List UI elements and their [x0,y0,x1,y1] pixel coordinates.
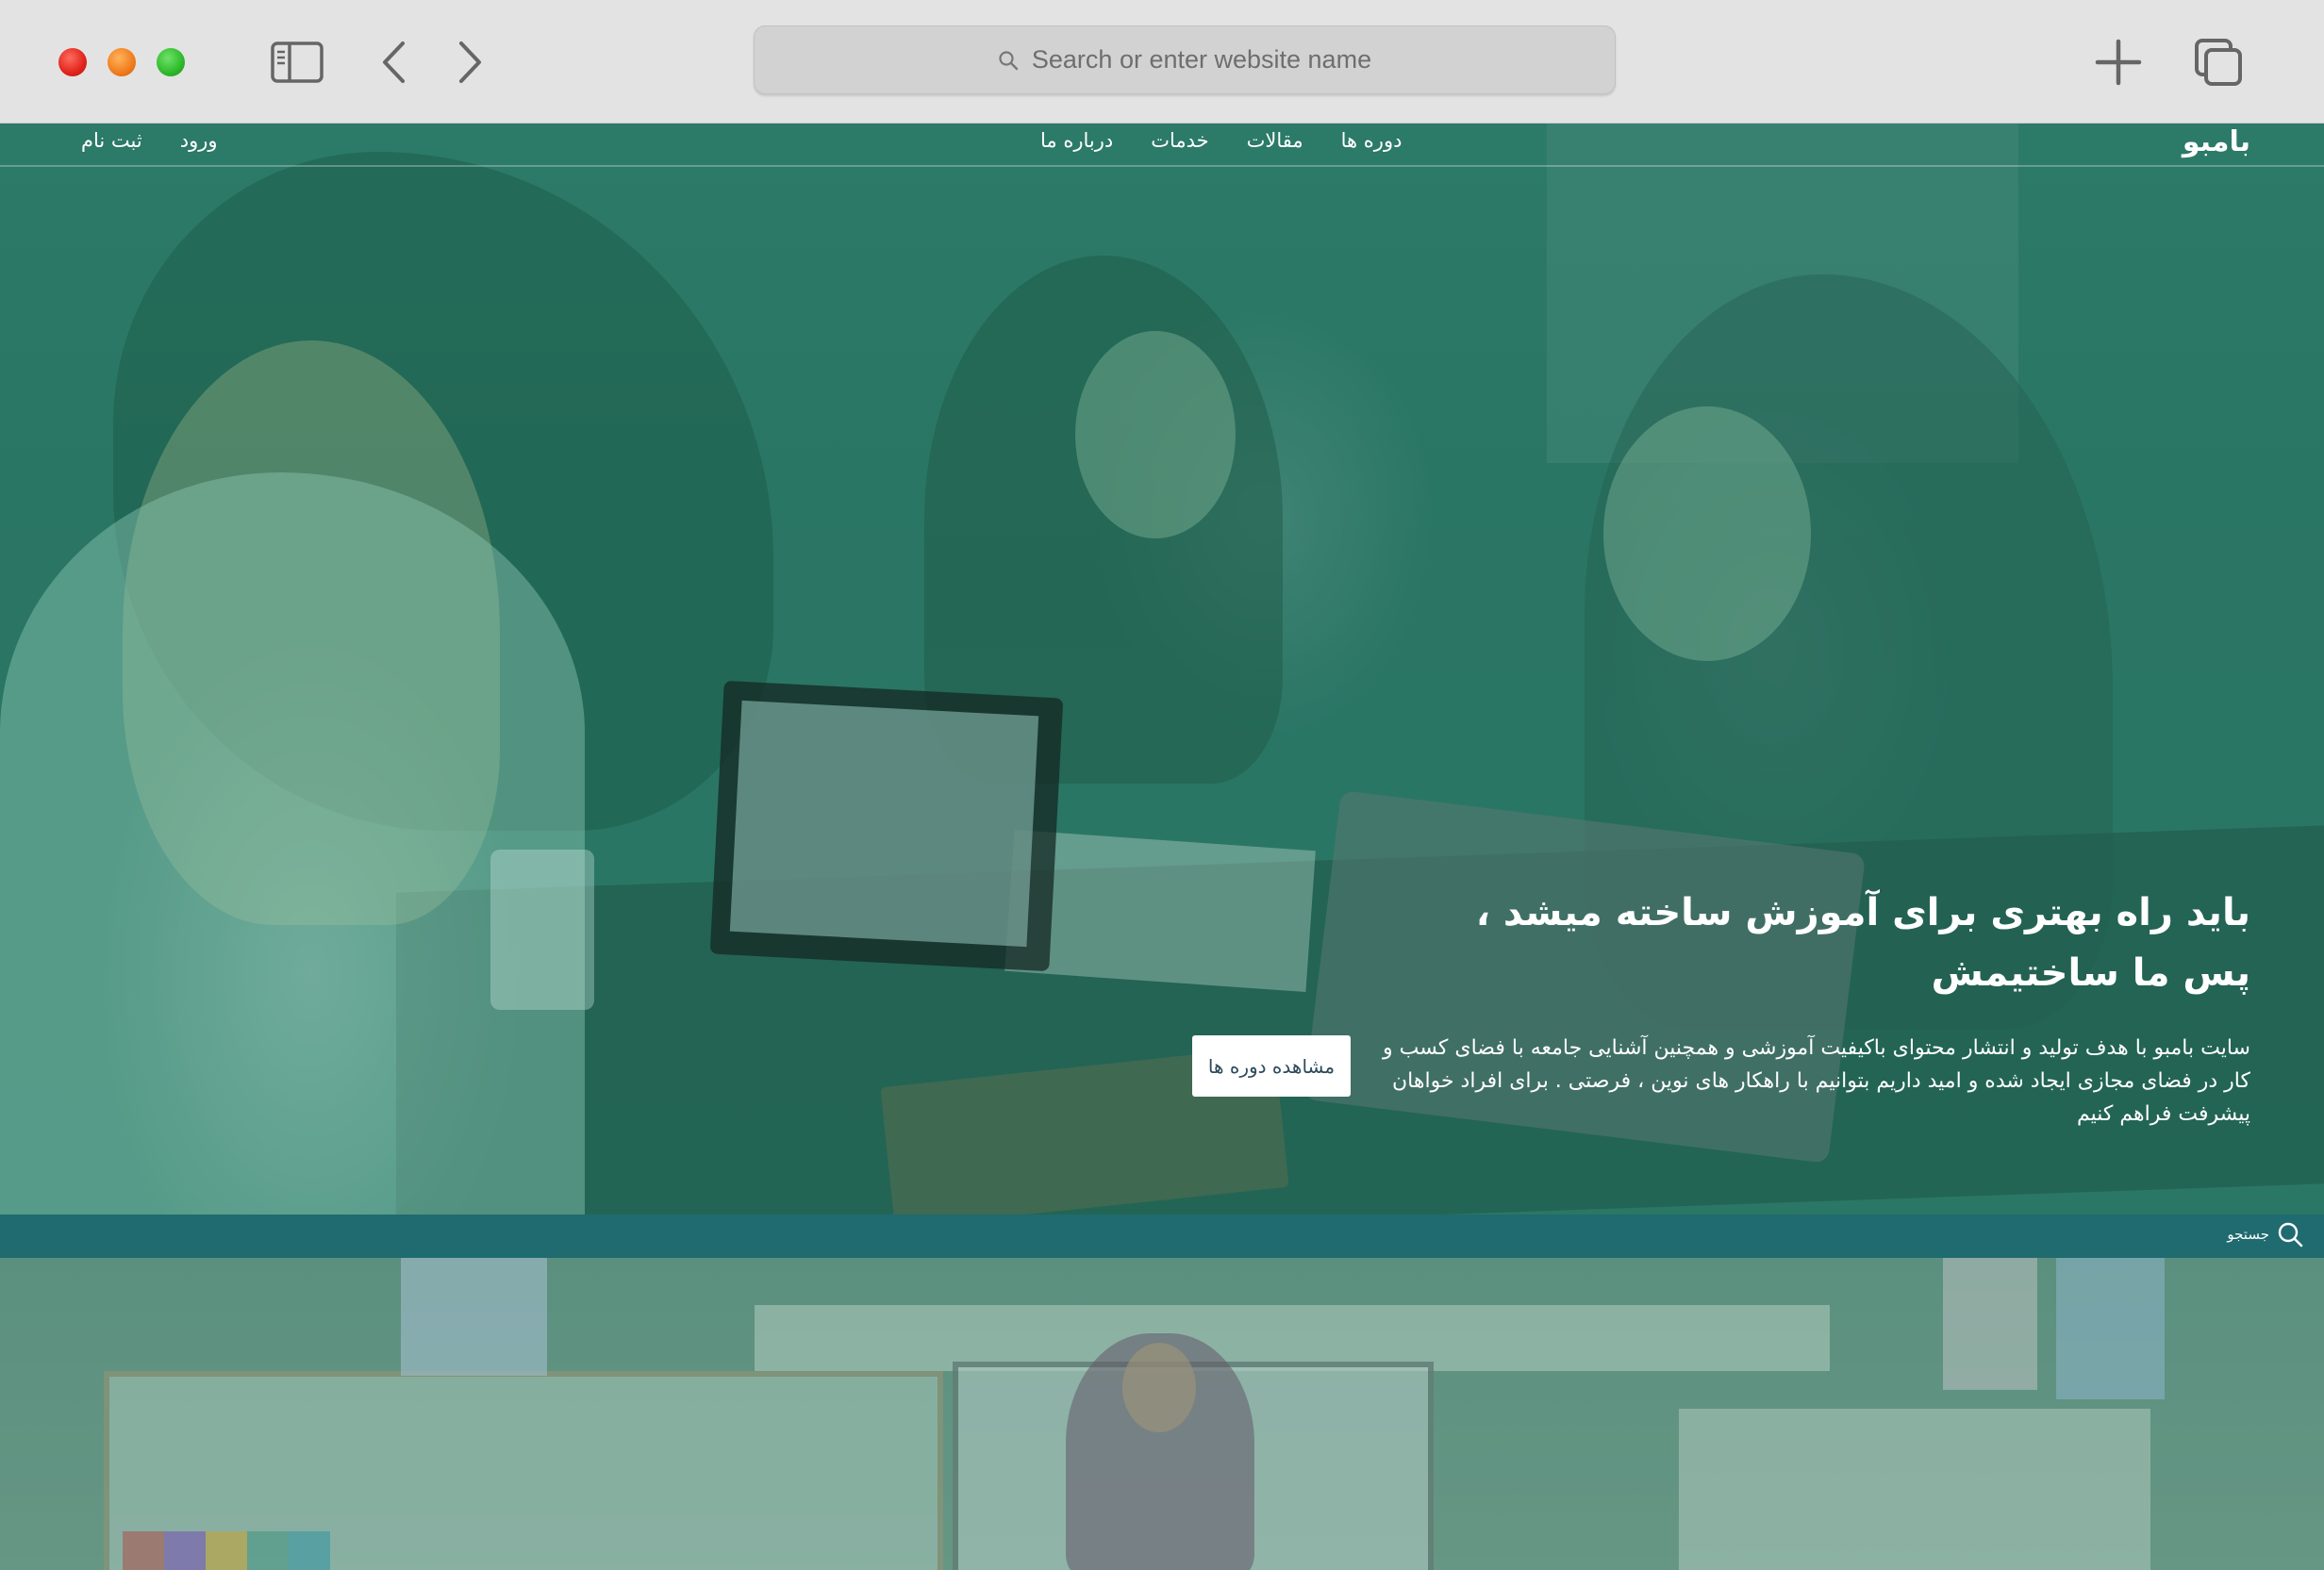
nav-link-courses[interactable]: دوره ها [1341,129,1403,152]
search-toggle[interactable]: جستجو [2227,1221,2303,1248]
address-bar-placeholder: Search or enter website name [1031,45,1372,74]
search-icon [2278,1222,2303,1248]
login-link[interactable]: ورود [180,129,218,152]
sidebar-toggle-button[interactable] [269,36,325,89]
hero-section: بامبو دوره ها مقالات خدمات درباره ما ورو… [0,124,2324,1215]
nav-menu: دوره ها مقالات خدمات درباره ما [1040,129,1402,152]
chevron-left-icon [383,41,405,83]
hero-photo-glass [490,850,594,1010]
new-tab-button[interactable] [2090,36,2147,89]
hero-photo-face-middle [1075,331,1236,538]
forward-button[interactable] [441,36,498,89]
site-logo[interactable]: بامبو [2183,125,2250,158]
search-icon [999,50,1019,70]
nav-link-about[interactable]: درباره ما [1040,129,1113,152]
search-label: جستجو [2227,1226,2269,1243]
search-bar-strip: جستجو [0,1215,2324,1258]
zoom-window-button[interactable] [157,48,185,76]
minimize-window-button[interactable] [108,48,136,76]
close-window-button[interactable] [58,48,87,76]
site-navbar: بامبو دوره ها مقالات خدمات درباره ما ورو… [0,124,2324,167]
hero-description: سایت بامبو با هدف تولید و انتشار محتوای … [1383,1036,2250,1126]
sidebar-icon [271,41,324,83]
chevron-right-icon [459,41,481,83]
browser-toolbar: Search or enter website name [0,0,2324,124]
hero-photo-laptop-screen [729,700,1039,948]
back-button[interactable] [366,36,423,89]
address-bar[interactable]: Search or enter website name [754,25,1616,94]
hero-title: باید راه بهتری برای آموزش ساخته میشد ، پ… [1475,891,2250,995]
tab-overview-button[interactable] [2190,36,2247,89]
web-page: بامبو دوره ها مقالات خدمات درباره ما ورو… [0,124,2324,1570]
classroom-image-section [0,1258,2324,1570]
plus-icon [2095,39,2142,86]
hero-photo-face-right [1603,406,1811,661]
hero-photo-person-left [0,472,585,1215]
classroom-tint-overlay [0,1258,2324,1570]
auth-links: ورود ثبت نام [81,129,218,152]
nav-link-services[interactable]: خدمات [1151,129,1208,152]
nav-link-articles[interactable]: مقالات [1247,129,1303,152]
tabs-overview-icon [2195,39,2242,86]
view-courses-button[interactable]: مشاهده دوره ها [1192,1035,1351,1097]
signup-link[interactable]: ثبت نام [81,129,142,152]
